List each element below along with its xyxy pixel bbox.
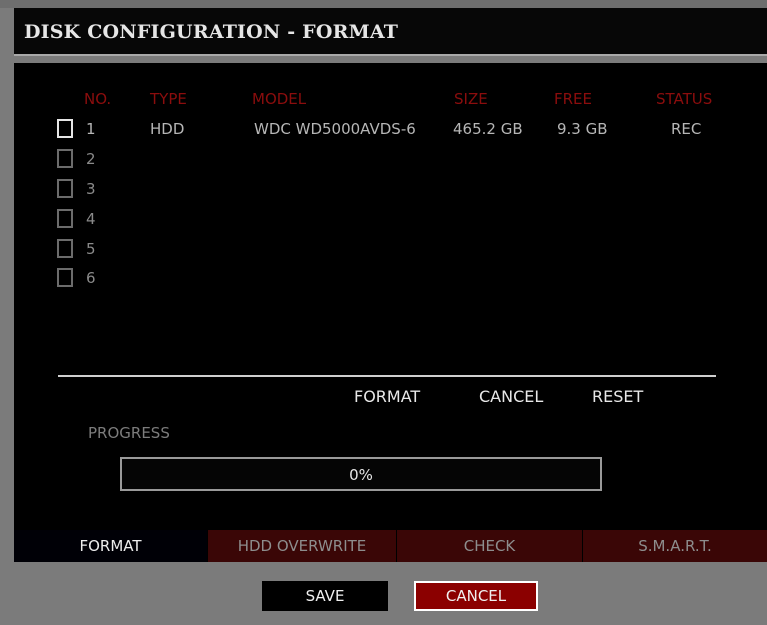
cancel-format-button[interactable]: CANCEL [479, 387, 543, 406]
disk-row[interactable]: 2 [57, 148, 757, 174]
column-header-status: STATUS [656, 90, 713, 108]
progress-bar: 0% [120, 457, 602, 491]
column-header-size: SIZE [454, 90, 488, 108]
disk-row[interactable]: 4 [57, 208, 757, 234]
reset-button[interactable]: RESET [592, 387, 643, 406]
tab-smart[interactable]: S.M.A.R.T. [582, 530, 767, 562]
disk-select-checkbox[interactable] [57, 268, 73, 287]
progress-label: PROGRESS [88, 424, 170, 442]
disk-size: 465.2 GB [453, 120, 523, 138]
disk-type: HDD [150, 120, 185, 138]
disk-row[interactable]: 1 HDD WDC WD5000AVDS-6 465.2 GB 9.3 GB R… [57, 118, 757, 144]
disk-number: 2 [86, 150, 96, 168]
disk-row[interactable]: 5 [57, 238, 757, 264]
disk-select-checkbox[interactable] [57, 149, 73, 168]
top-strip [0, 0, 767, 8]
disk-select-checkbox[interactable] [57, 239, 73, 258]
disk-format-panel: NO. TYPE MODEL SIZE FREE STATUS 1 HDD WD… [14, 63, 767, 531]
disk-row[interactable]: 6 [57, 267, 757, 293]
column-header-free: FREE [554, 90, 593, 108]
disk-number: 4 [86, 210, 96, 228]
disk-number: 5 [86, 240, 96, 258]
disk-select-checkbox[interactable] [57, 209, 73, 228]
cancel-button[interactable]: CANCEL [414, 581, 538, 611]
column-header-model: MODEL [252, 90, 307, 108]
tab-check[interactable]: CHECK [396, 530, 582, 562]
format-button[interactable]: FORMAT [354, 387, 420, 406]
disk-select-checkbox[interactable] [57, 119, 73, 138]
tab-format[interactable]: FORMAT [14, 530, 207, 562]
column-header-no: NO. [84, 90, 112, 108]
disk-model: WDC WD5000AVDS-6 [254, 120, 416, 138]
disk-status: REC [671, 120, 702, 138]
disk-number: 6 [86, 269, 96, 287]
page-title: DISK CONFIGURATION - FORMAT [24, 21, 399, 43]
divider [58, 375, 716, 377]
progress-value: 0% [349, 466, 373, 484]
column-header-type: TYPE [150, 90, 187, 108]
disk-number: 1 [86, 120, 96, 138]
title-bar: DISK CONFIGURATION - FORMAT [14, 8, 767, 56]
disk-number: 3 [86, 180, 96, 198]
save-button[interactable]: SAVE [262, 581, 388, 611]
disk-row[interactable]: 3 [57, 178, 757, 204]
tab-hdd-overwrite[interactable]: HDD OVERWRITE [207, 530, 396, 562]
disk-free: 9.3 GB [557, 120, 608, 138]
disk-select-checkbox[interactable] [57, 179, 73, 198]
